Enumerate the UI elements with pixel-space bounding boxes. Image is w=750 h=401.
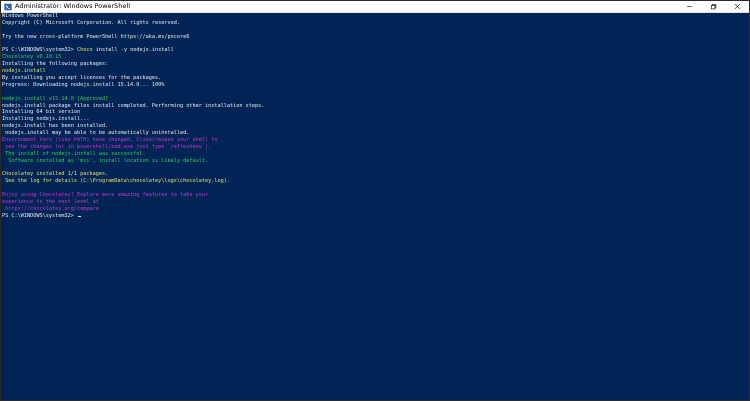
console-line: nodejs.install may be able to be automat… [2, 130, 749, 137]
console-line: see the changes (or in powershell/cmd.ex… [2, 144, 749, 151]
console-text: nodejs.install has been installed. [2, 123, 109, 130]
console-line: nodejs.install has been installed. [2, 123, 749, 130]
console-line: nodejs.install v15.14.0 [Approved] [2, 96, 749, 103]
console-line: By installing you accept licenses for th… [2, 75, 749, 82]
console-text: Progress: Downloading nodejs.install 15.… [2, 81, 165, 88]
console-line: https://chocolatey.org/compare [2, 206, 749, 213]
console-text: The install of nodejs.install was succes… [2, 150, 146, 157]
console-line: nodejs.install package files install com… [2, 103, 749, 110]
console-text: Try the new cross-platform PowerShell ht… [2, 33, 190, 40]
console-text: https://chocolatey.org/compare [2, 205, 99, 212]
console-line: PS C:\WINDOWS\system32> Choco install -y… [2, 47, 749, 54]
console-line: Installing 64 bit version [2, 109, 749, 116]
console-text: Environment Vars (like PATH) have change… [2, 137, 218, 144]
powershell-icon [4, 3, 12, 11]
console-text: experience to the next level at [2, 199, 99, 206]
console-line: Try the new cross-platform PowerShell ht… [2, 34, 749, 41]
window-controls [677, 1, 749, 12]
minimize-button[interactable] [677, 1, 701, 12]
console-text: Copyright (C) Microsoft Corporation. All… [2, 19, 181, 26]
console-text: Installing the following packages: [2, 61, 109, 68]
console-line: Enjoy using Chocolatey? Explore more ama… [2, 192, 749, 199]
console-line: The install of nodejs.install was succes… [2, 151, 749, 158]
console-line: See the log for details (C:\ProgramData\… [2, 178, 749, 185]
console-text: Enjoy using Chocolatey? Explore more ama… [2, 192, 209, 199]
console-text: Chocolatey installed 1/1 packages. [2, 171, 109, 178]
console-text: install -y nodejs.install [92, 47, 174, 54]
console-line: Chocolatey v0.10.15 [2, 54, 749, 61]
console-text: PS C:\WINDOWS\system32> [2, 212, 77, 219]
maximize-icon [710, 4, 716, 10]
console-text: Windows PowerShell [2, 13, 59, 19]
console-text: nodejs.install [2, 68, 46, 75]
console-text: nodejs.install v15.14.0 [Approved] [2, 95, 109, 102]
minimize-icon [686, 6, 692, 7]
console-text: Installing 64 bit version [2, 109, 81, 116]
console-text: nodejs.install may be able to be automat… [2, 130, 190, 137]
console-line: Chocolatey installed 1/1 packages. [2, 171, 749, 178]
console-line: experience to the next level at [2, 199, 749, 206]
console-line: PS C:\WINDOWS\system32> [2, 213, 749, 220]
console-text: Chocolatey v0.10.15 [2, 54, 62, 61]
console-text: nodejs.install package files install com… [2, 102, 265, 109]
console-line: nodejs.install [2, 68, 749, 75]
console-text: See the log for details (C:\ProgramData\… [2, 178, 230, 185]
maximize-button[interactable] [701, 1, 725, 12]
console-text: Choco [76, 47, 93, 54]
console-text: see the changes (or in powershell/cmd.ex… [2, 143, 212, 150]
text-cursor [77, 215, 81, 217]
console-line: Installing nodejs.install... [2, 116, 749, 123]
title-bar[interactable]: Administrator: Windows PowerShell [1, 1, 749, 13]
console-line: Windows PowerShell [2, 13, 749, 20]
console-line: Environment Vars (like PATH) have change… [2, 137, 749, 144]
console-text: Software installed as 'msi', install loc… [2, 157, 209, 164]
console-line: Software installed as 'msi', install loc… [2, 158, 749, 165]
console-line: Progress: Downloading nodejs.install 15.… [2, 82, 749, 89]
console-text: By installing you accept licenses for th… [2, 75, 162, 82]
console-text: Installing nodejs.install... [2, 116, 90, 123]
console-output[interactable]: Windows PowerShell Copyright (C) Microsof… [1, 13, 749, 400]
powershell-window: Administrator: Windows PowerShell Window… [0, 0, 750, 401]
console-text: PS C:\WINDOWS\system32> [2, 47, 77, 54]
console-line: Copyright (C) Microsoft Corporation. All… [2, 20, 749, 27]
console-line: Installing the following packages: [2, 61, 749, 68]
close-icon [734, 3, 740, 10]
window-title: Administrator: Windows PowerShell [15, 2, 131, 10]
close-button[interactable] [725, 1, 749, 12]
